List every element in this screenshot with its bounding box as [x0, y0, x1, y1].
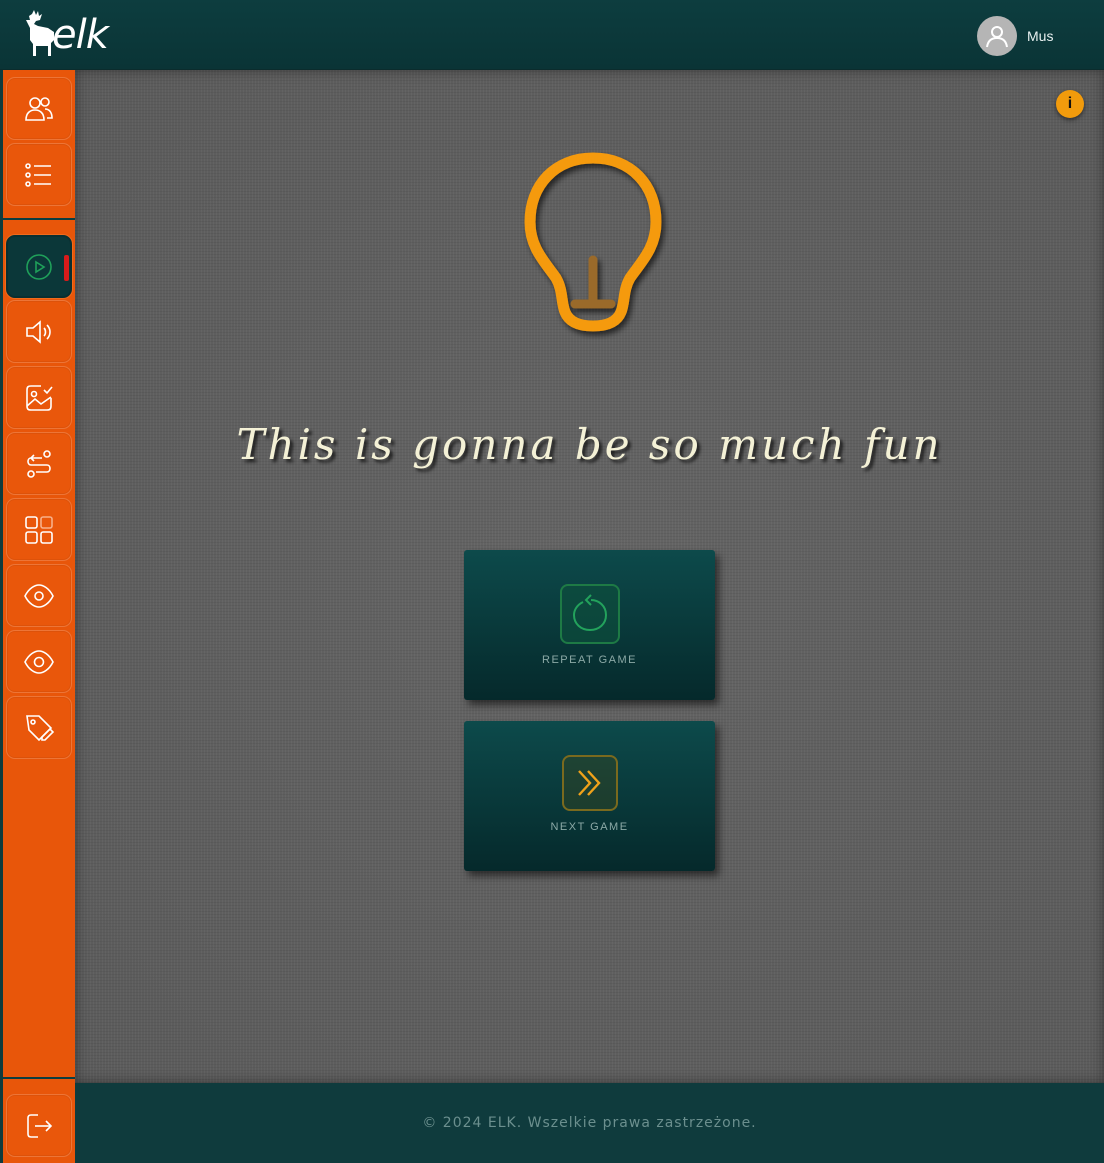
lightbulb-icon	[524, 152, 662, 332]
elk-logo[interactable]: elk	[24, 10, 114, 62]
users-icon	[25, 96, 53, 121]
eye-outline-icon	[24, 649, 54, 674]
active-marker	[64, 255, 69, 281]
double-chevron-right-icon	[577, 770, 601, 796]
sidebar-item-users[interactable]	[6, 77, 72, 140]
top-header: elk Mus	[0, 0, 1104, 70]
sidebar-item-route[interactable]	[6, 432, 72, 495]
logout-button[interactable]	[6, 1094, 72, 1157]
sidebar-item-audio[interactable]	[6, 300, 72, 363]
sidebar-item-play[interactable]	[6, 235, 72, 298]
sidebar-item-view-1[interactable]	[6, 564, 72, 627]
main-content: i This is gonna be so much fun REPEAT GA…	[75, 70, 1104, 1083]
sidebar	[3, 70, 75, 1163]
tag-edit-icon	[26, 714, 55, 741]
sidebar-divider-bottom	[3, 1077, 75, 1079]
apps-grid-icon	[25, 515, 53, 544]
user-avatar-icon	[986, 26, 1008, 48]
repeat-icon-frame	[559, 584, 620, 644]
repeat-game-label: REPEAT GAME	[542, 654, 637, 666]
sidebar-item-view-2[interactable]	[6, 630, 72, 693]
sidebar-divider	[3, 218, 75, 220]
repeat-game-button[interactable]: REPEAT GAME	[464, 550, 715, 700]
list-icon	[25, 162, 51, 187]
headline: This is gonna be so much fun	[236, 420, 943, 469]
next-icon-frame	[561, 755, 618, 811]
sidebar-item-tag-edit[interactable]	[6, 696, 72, 759]
eye-icon	[24, 583, 54, 608]
play-icon	[26, 253, 52, 280]
copyright-text: © 2024 ELK. Wszelkie prawa zastrzeżone.	[422, 1115, 757, 1131]
info-button[interactable]: i	[1056, 90, 1084, 118]
sidebar-item-image-check[interactable]	[6, 366, 72, 429]
footer: © 2024 ELK. Wszelkie prawa zastrzeżone.	[75, 1083, 1104, 1163]
avatar[interactable]	[977, 16, 1017, 56]
route-icon	[27, 449, 51, 478]
repeat-icon	[572, 594, 607, 632]
image-check-icon	[26, 384, 53, 411]
logout-icon	[27, 1113, 53, 1138]
sidebar-item-list[interactable]	[6, 143, 72, 206]
logo-text: elk	[52, 12, 109, 58]
next-game-button[interactable]: NEXT GAME	[464, 721, 715, 871]
next-game-label: NEXT GAME	[550, 821, 629, 833]
speaker-icon	[26, 319, 51, 344]
user-name: Mus	[1027, 28, 1054, 44]
sidebar-item-apps[interactable]	[6, 498, 72, 561]
user-menu[interactable]: Mus	[977, 16, 1053, 56]
